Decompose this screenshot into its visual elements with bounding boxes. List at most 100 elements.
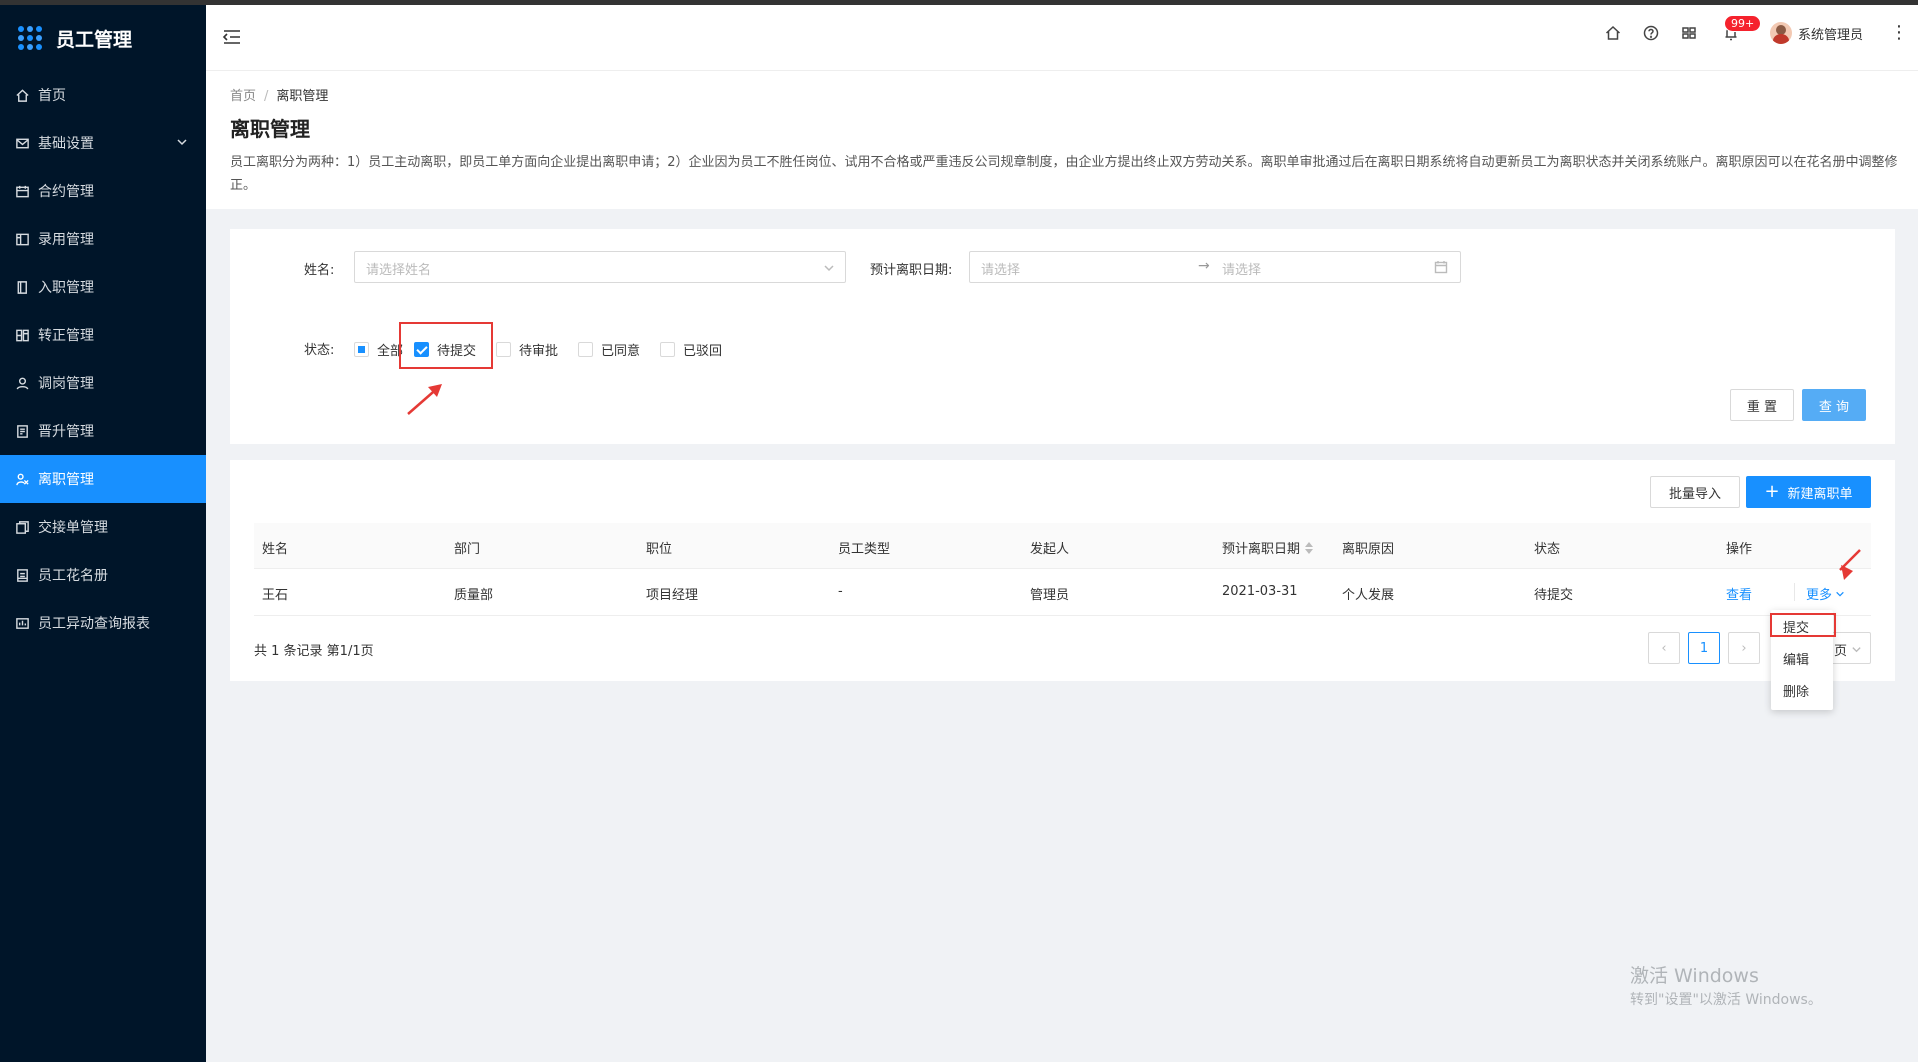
annotation-highlight-box <box>1770 613 1836 637</box>
sidebar-item-contract[interactable]: 合约管理 <box>0 167 206 215</box>
query-button[interactable]: 查 询 <box>1802 389 1866 421</box>
sidebar-item-resignation[interactable]: 离职管理 <box>0 455 206 503</box>
new-resignation-label: 新建离职单 <box>1787 486 1853 502</box>
sidebar: 员工管理 首页 基础设置 合约管理 录用管理 入职管理 转正管理 调岗管理 晋升… <box>0 5 206 1062</box>
chevron-down-icon <box>823 262 835 278</box>
book-icon <box>14 279 30 295</box>
name-label: 姓名: <box>304 263 335 278</box>
column-header: 操作 <box>1726 542 1753 557</box>
dropdown-item-delete[interactable]: 删除 <box>1783 681 1809 700</box>
date-range-picker[interactable]: 请选择 → 请选择 <box>969 251 1461 283</box>
checkbox[interactable] <box>660 342 675 357</box>
sidebar-item-label: 交接单管理 <box>38 520 108 536</box>
home-icon <box>14 87 30 103</box>
more-dropdown-trigger[interactable]: 更多 <box>1806 584 1845 603</box>
sidebar-item-label: 晋升管理 <box>38 424 94 440</box>
cell-date: 2021-03-31 <box>1222 584 1298 599</box>
checkbox-indeterminate[interactable] <box>354 342 369 357</box>
help-icon[interactable] <box>1642 24 1660 42</box>
username[interactable]: 系统管理员 <box>1798 24 1863 43</box>
windows-activation-hint: 转到"设置"以激活 Windows。 <box>1630 992 1822 1008</box>
app-title: 员工管理 <box>56 28 133 51</box>
more-label: 更多 <box>1806 588 1833 603</box>
sidebar-item-hiring[interactable]: 录用管理 <box>0 215 206 263</box>
status-checkbox-approved[interactable]: 已同意 <box>578 340 640 359</box>
more-icon[interactable]: ⋮ <box>1890 22 1908 43</box>
menu-collapse-icon[interactable] <box>222 28 242 50</box>
calendar-icon <box>14 183 30 199</box>
sidebar-item-label: 首页 <box>38 88 66 104</box>
breadcrumb-home[interactable]: 首页 <box>230 89 256 104</box>
home-icon[interactable] <box>1604 24 1622 42</box>
column-header: 发起人 <box>1030 542 1070 557</box>
column-header-sortable[interactable]: 预计离职日期 <box>1222 538 1314 558</box>
sidebar-item-label: 调岗管理 <box>38 376 94 392</box>
sidebar-item-home[interactable]: 首页 <box>0 71 206 119</box>
leave-icon <box>14 471 30 487</box>
sidebar-item-transfer[interactable]: 调岗管理 <box>0 359 206 407</box>
checkbox-label: 待审批 <box>519 344 559 359</box>
sidebar-item-change-report[interactable]: 员工异动查询报表 <box>0 599 206 647</box>
date-label: 预计离职日期: <box>870 263 953 278</box>
app-logo[interactable]: 员工管理 <box>0 5 206 71</box>
calendar-icon <box>1434 260 1448 278</box>
column-header: 职位 <box>646 542 673 557</box>
column-header-label: 预计离职日期 <box>1222 542 1301 557</box>
status-checkbox-rejected[interactable]: 已驳回 <box>660 340 722 359</box>
user-icon <box>14 375 30 391</box>
breadcrumb-current: 离职管理 <box>276 89 329 104</box>
cell-type: - <box>838 584 843 599</box>
sidebar-item-regularization[interactable]: 转正管理 <box>0 311 206 359</box>
sidebar-item-label: 基础设置 <box>38 136 94 152</box>
date-start-input[interactable]: 请选择 <box>981 259 1020 278</box>
breadcrumb-separator: / <box>264 89 269 104</box>
chevron-down-icon <box>176 136 188 152</box>
new-resignation-button[interactable]: + 新建离职单 <box>1746 476 1871 508</box>
report-icon <box>14 615 30 631</box>
page-description: 员工离职分为两种：1）员工主动离职，即员工单方面向企业提出离职申请；2）企业因为… <box>230 155 1898 193</box>
table-header: 姓名 部门 职位 员工类型 发起人 预计离职日期 离职原因 状态 操作 <box>254 523 1871 569</box>
next-page-button[interactable]: › <box>1728 632 1760 664</box>
sidebar-item-onboarding[interactable]: 入职管理 <box>0 263 206 311</box>
pagination-total: 共 1 条记录 第1/1页 <box>254 644 374 659</box>
column-header: 部门 <box>454 542 481 557</box>
view-link[interactable]: 查看 <box>1726 584 1752 603</box>
page-header: 首页 / 离职管理 离职管理 员工离职分为两种：1）员工主动离职，即员工单方面向企业… <box>206 71 1918 209</box>
sidebar-item-basic-settings[interactable]: 基础设置 <box>0 119 206 167</box>
name-select[interactable]: 请选择姓名 <box>354 251 846 283</box>
cell-status: 待提交 <box>1534 588 1574 603</box>
date-end-input[interactable]: 请选择 <box>1222 259 1261 278</box>
dropdown-item-edit[interactable]: 编辑 <box>1783 649 1809 668</box>
checkbox[interactable] <box>496 342 511 357</box>
mail-icon <box>14 135 30 151</box>
status-label: 状态: <box>304 343 335 358</box>
column-header: 离职原因 <box>1342 542 1395 557</box>
sidebar-item-label: 转正管理 <box>38 328 94 344</box>
plus-icon: + <box>1764 481 1780 502</box>
prev-page-button[interactable]: ‹ <box>1648 632 1680 664</box>
file-icon <box>14 423 30 439</box>
notification-badge: 99+ <box>1724 15 1762 32</box>
sidebar-item-roster[interactable]: 员工花名册 <box>0 551 206 599</box>
app-grid-icon <box>18 26 42 50</box>
checkbox[interactable] <box>578 342 593 357</box>
batch-import-button[interactable]: 批量导入 <box>1650 476 1740 508</box>
sidebar-item-handover[interactable]: 交接单管理 <box>0 503 206 551</box>
sort-icon[interactable] <box>1305 541 1314 558</box>
cell-position: 项目经理 <box>646 588 699 603</box>
table-panel: 批量导入 + 新建离职单 姓名 部门 职位 员工类型 发起人 预计离职日期 离职原… <box>230 460 1895 681</box>
avatar[interactable] <box>1770 22 1792 44</box>
status-checkbox-all[interactable]: 全部 <box>354 340 403 359</box>
status-checkbox-pending-approval[interactable]: 待审批 <box>496 340 558 359</box>
chevron-down-icon <box>1852 647 1861 653</box>
checkbox-label: 已驳回 <box>683 344 723 359</box>
sidebar-item-label: 离职管理 <box>38 472 94 488</box>
reset-button[interactable]: 重 置 <box>1730 389 1794 421</box>
cell-reason: 个人发展 <box>1342 588 1395 603</box>
sidebar-item-promotion[interactable]: 晋升管理 <box>0 407 206 455</box>
windows-activation-title: 激活 Windows <box>1630 965 1759 987</box>
page-size-label: 页 <box>1834 644 1848 659</box>
grid-icon[interactable] <box>1680 24 1698 42</box>
checkbox-label: 已同意 <box>601 344 641 359</box>
page-number-button[interactable]: 1 <box>1688 632 1720 664</box>
